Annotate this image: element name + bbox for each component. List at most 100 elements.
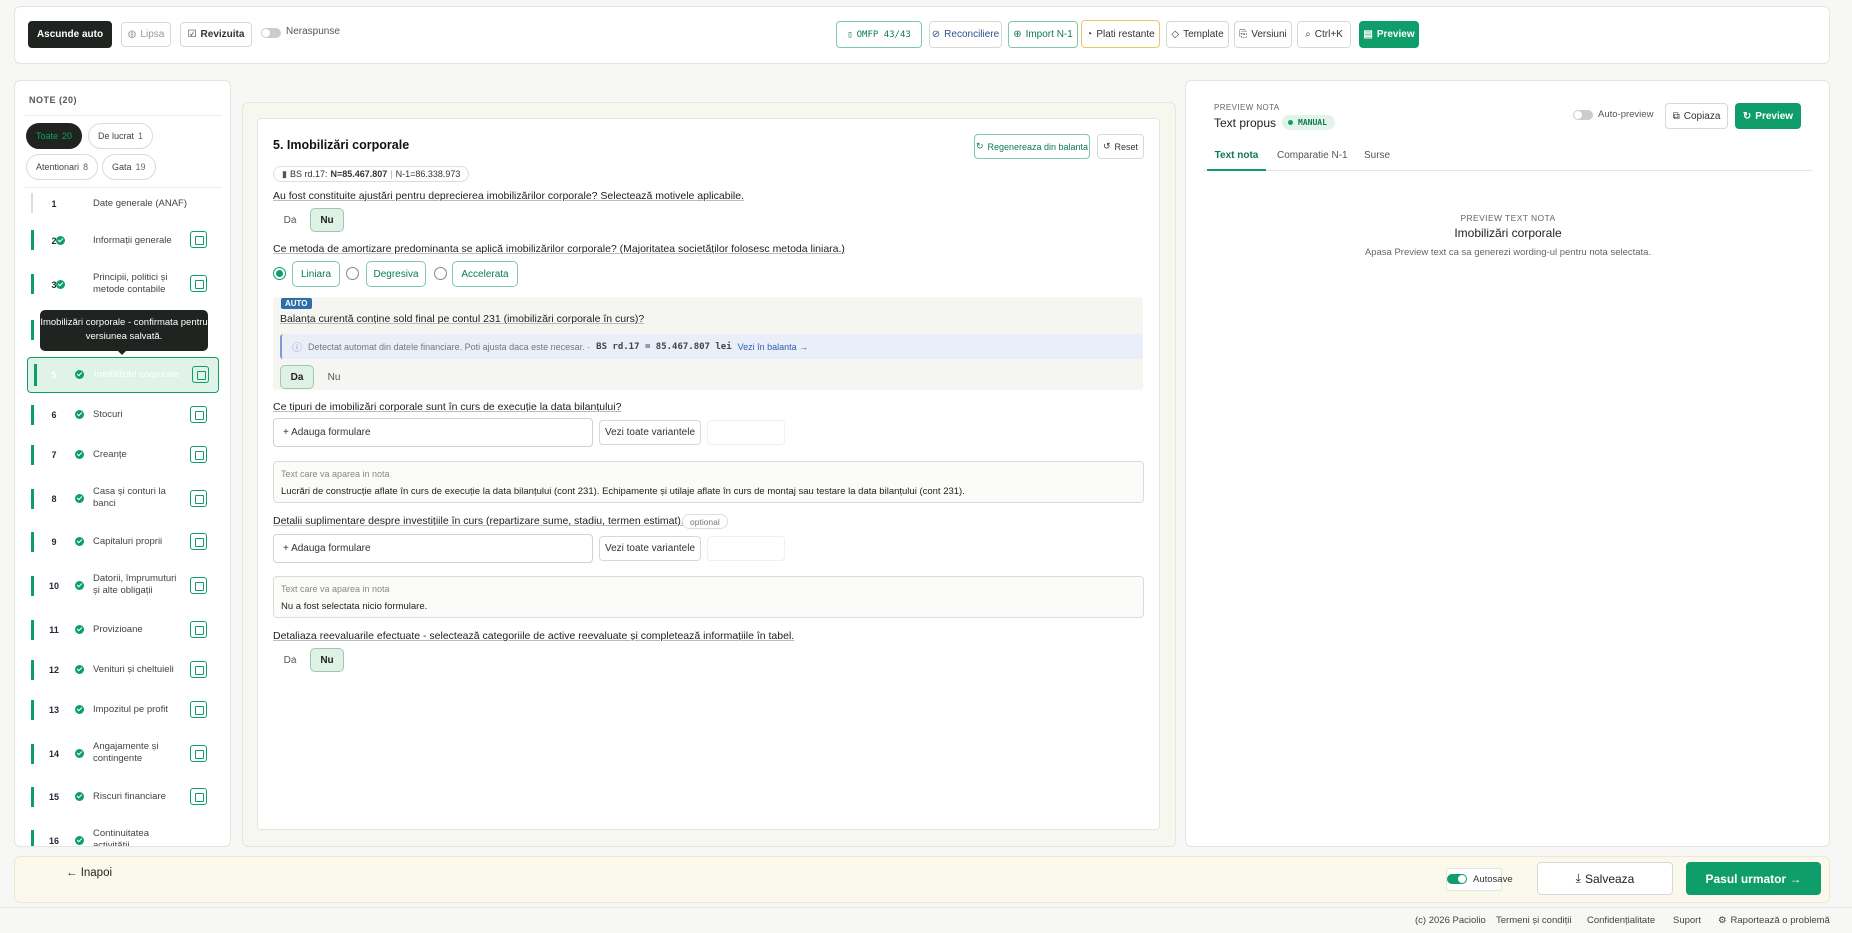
note-item-13[interactable]: Impozitul pe profit: [93, 704, 168, 715]
note-item-8[interactable]: Casa și conturi la banci: [93, 486, 168, 510]
add-formulation-input[interactable]: + Adauga formulare: [273, 418, 593, 447]
revaluation-yes[interactable]: Da: [273, 648, 307, 672]
note-number: 8: [51, 494, 57, 504]
method-accelerated[interactable]: Accelerata: [452, 261, 518, 287]
note-item-11[interactable]: Provizioane: [93, 624, 143, 635]
hide-auto-button[interactable]: Ascunde auto: [28, 21, 112, 48]
method-degressive[interactable]: Degresiva: [366, 261, 426, 287]
preview-generate-button[interactable]: ↻ Preview: [1735, 103, 1801, 129]
template-button[interactable]: ◇ Template: [1166, 21, 1229, 48]
see-variants-button[interactable]: Vezi toate variantele: [599, 420, 701, 445]
tab-sources[interactable]: Surse: [1364, 150, 1390, 161]
bs-prev-value: N-1=86.338.973: [395, 169, 461, 179]
reviewed-filter-button[interactable]: ☑ Revizuita: [180, 22, 252, 47]
note-action-icon[interactable]: [192, 366, 209, 383]
check-icon: [75, 581, 84, 590]
note-action-icon[interactable]: [190, 621, 207, 638]
note-item-9[interactable]: Capitaluri proprii: [93, 536, 162, 547]
question-account-231: Balanța curentă conține sold final pe co…: [280, 313, 645, 325]
regenerate-button[interactable]: ↻ Regenereaza din balanta: [974, 134, 1090, 159]
revaluation-no[interactable]: Nu: [310, 648, 344, 672]
note-action-icon[interactable]: [190, 661, 207, 678]
filter-all[interactable]: Toate 20: [26, 123, 83, 149]
manual-badge-label: MANUAL: [1298, 118, 1327, 127]
note-action-icon[interactable]: [190, 788, 207, 805]
omfp-button[interactable]: ▯ OMFP 43/43: [836, 21, 922, 48]
next-step-button[interactable]: Pasul urmator →: [1686, 862, 1821, 895]
check-icon: [75, 450, 84, 459]
method-linear[interactable]: Liniara: [292, 261, 340, 287]
radio-accelerated[interactable]: [434, 267, 447, 280]
note-action-icon[interactable]: [190, 406, 207, 423]
account-231-no[interactable]: Nu: [317, 365, 351, 389]
note-action-icon[interactable]: [190, 533, 207, 550]
autosave-toggle[interactable]: [1447, 874, 1467, 884]
note-action-icon[interactable]: [190, 577, 207, 594]
note-number: 9: [51, 537, 57, 547]
note-text-box-1: Text care va aparea in nota Lucrări de c…: [273, 461, 1144, 503]
note-action-icon[interactable]: [190, 231, 207, 248]
radio-degressive[interactable]: [346, 267, 359, 280]
preview-top-button[interactable]: ▤ Preview: [1359, 21, 1419, 48]
tab-text-nota[interactable]: Text nota: [1207, 150, 1266, 171]
question-impairment: Au fost constituite ajustări pentru depr…: [273, 190, 744, 202]
auto-preview-toggle[interactable]: [1573, 110, 1593, 120]
divider: [25, 115, 222, 116]
pending-payments-button[interactable]: ◔ Plati restante: [1081, 20, 1160, 48]
versions-button[interactable]: ⎘ Versiuni: [1234, 21, 1292, 48]
note-item-1[interactable]: Date generale (ANAF): [93, 198, 187, 209]
footer-terms-link[interactable]: Termeni și condiții: [1496, 915, 1572, 926]
filter-done[interactable]: Gata 19: [102, 154, 156, 180]
note-item-16[interactable]: Continuitatea activității: [93, 828, 173, 846]
footer-support-link[interactable]: Suport: [1673, 915, 1701, 926]
save-button[interactable]: ⤓ Salveaza: [1537, 862, 1673, 895]
check-icon: [75, 749, 84, 758]
note-item-6[interactable]: Stocuri: [93, 409, 123, 420]
note-item-7[interactable]: Creanțe: [93, 449, 127, 460]
note-action-icon[interactable]: [190, 446, 207, 463]
note-item-10[interactable]: Datorii, împrumuturi și alte obligații: [93, 573, 178, 597]
note-number: 10: [48, 581, 59, 591]
note-bar: [31, 660, 34, 680]
missing-filter-button[interactable]: ◍ Lipsa: [121, 22, 171, 47]
reset-button[interactable]: ↺ Reset: [1097, 134, 1144, 159]
note-item-5-label: Imobilizări corporale: [94, 369, 180, 380]
note-item-15[interactable]: Riscuri financiare: [93, 791, 166, 802]
account-231-yes[interactable]: Da: [280, 365, 314, 389]
note-item-2[interactable]: Informații generale: [93, 235, 172, 246]
note-item-12[interactable]: Venituri și cheltuieli: [93, 664, 174, 675]
note-action-icon[interactable]: [190, 275, 207, 292]
note-action-icon[interactable]: [190, 745, 207, 762]
impairment-no[interactable]: Nu: [310, 208, 344, 232]
tab-comparison[interactable]: Comparatie N-1: [1277, 150, 1348, 161]
impairment-yes[interactable]: Da: [273, 208, 307, 232]
note-action-icon[interactable]: [190, 701, 207, 718]
balance-chip: ▮ BS rd.17: N=85.467.807 | N-1=86.338.97…: [273, 166, 470, 182]
disabled-button: [707, 536, 785, 561]
footer-privacy-link[interactable]: Confidențialitate: [1587, 915, 1655, 926]
copy-icon: ⧉: [1672, 110, 1680, 122]
radio-linear[interactable]: [273, 267, 286, 280]
import-button[interactable]: ⊕ Import N-1: [1008, 21, 1078, 48]
filter-warnings[interactable]: Atentionari 8: [26, 154, 99, 180]
view-in-balance-link[interactable]: Vezi în balanta →: [738, 342, 809, 352]
see-variants-label: Vezi toate variantele: [604, 427, 696, 438]
upload-icon: ⊕: [1013, 29, 1022, 40]
tabs-divider: [1204, 170, 1812, 171]
check-icon: [75, 665, 84, 674]
note-bar: [31, 445, 34, 465]
copy-button[interactable]: ⧉ Copiaza: [1665, 103, 1728, 129]
footer-report-link[interactable]: ⚙ Raportează o problemă: [1718, 915, 1830, 926]
note-action-icon[interactable]: [190, 490, 207, 507]
see-variants-button-2[interactable]: Vezi toate variantele: [599, 536, 701, 561]
note-item-3[interactable]: Principii, politici și metode contabile: [93, 272, 173, 296]
back-button[interactable]: ← Inapoi: [66, 867, 112, 879]
versions-label: Versiuni: [1251, 29, 1287, 40]
add-formulation-input-2[interactable]: + Adauga formulare: [273, 534, 593, 563]
note-item-14[interactable]: Angajamente și contingente: [93, 741, 173, 765]
search-button[interactable]: ⌕ Ctrl+K: [1297, 21, 1351, 48]
reconcile-button[interactable]: ⊘ Reconciliere: [929, 21, 1002, 48]
filter-todo[interactable]: De lucrat 1: [88, 123, 154, 149]
unanswered-toggle[interactable]: [261, 28, 281, 38]
versions-icon: ⎘: [1239, 29, 1248, 40]
